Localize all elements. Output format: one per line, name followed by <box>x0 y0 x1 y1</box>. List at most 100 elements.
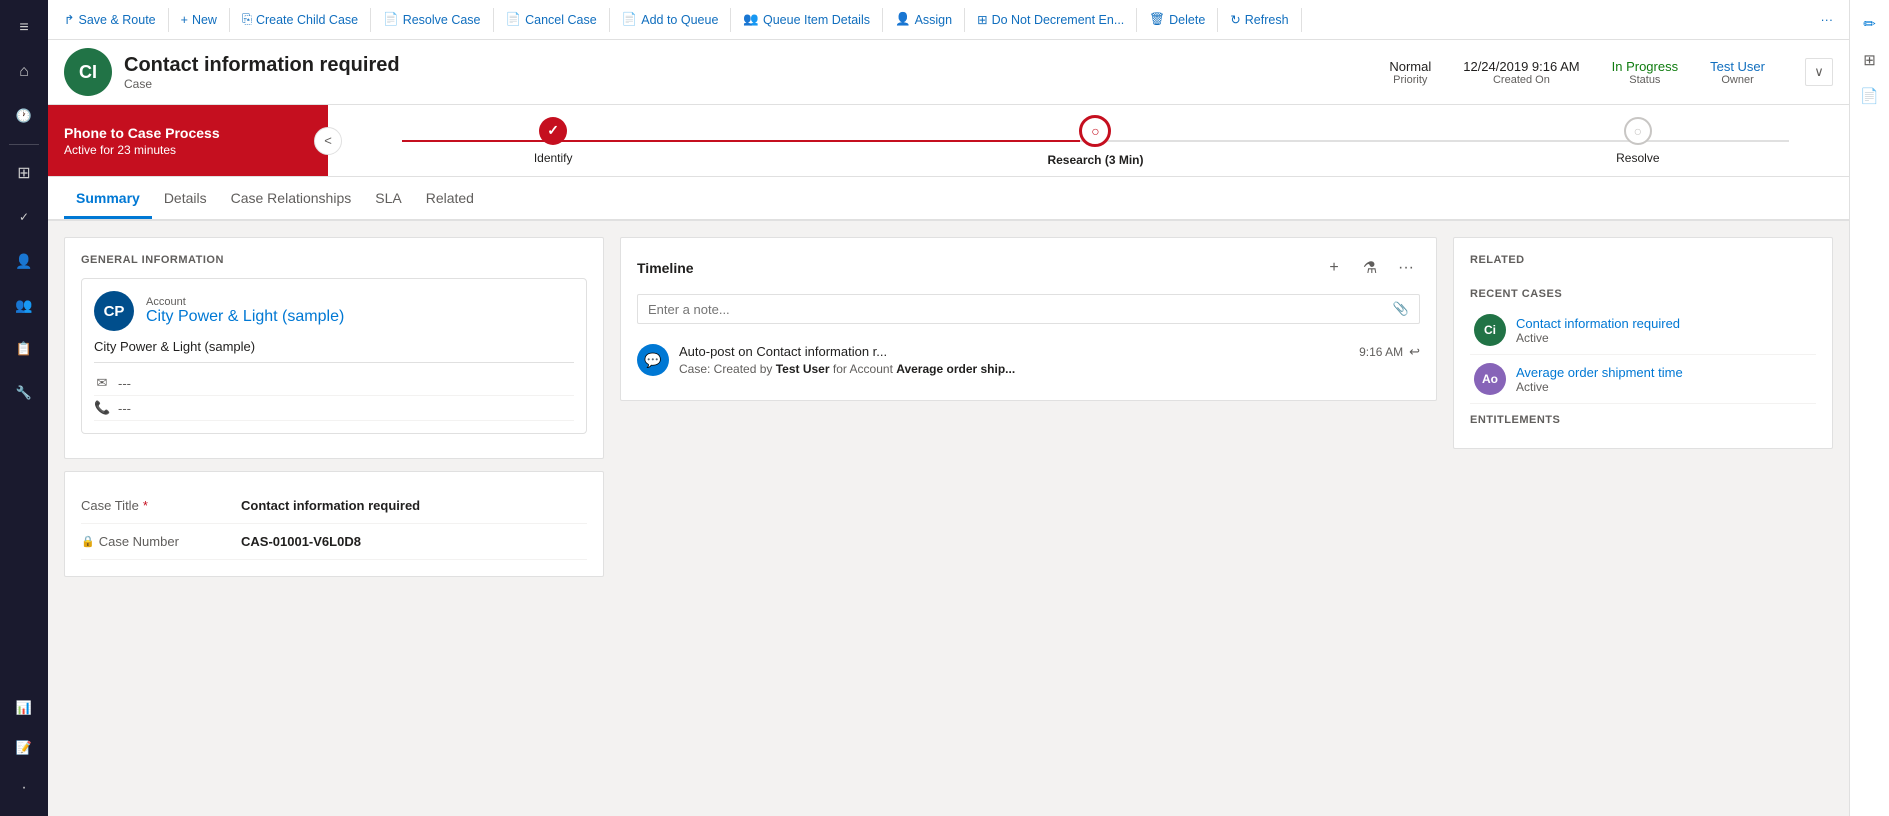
note-clip-icon: 📎 <box>1393 301 1409 317</box>
tab-related[interactable]: Related <box>414 180 486 219</box>
priority-value: Normal <box>1389 59 1431 74</box>
right-panel-doc-button[interactable]: 📄 <box>1854 80 1886 112</box>
record-type: Case <box>124 77 1389 91</box>
process-banner[interactable]: Phone to Case Process Active for 23 minu… <box>48 105 328 176</box>
nav-contacts-icon[interactable]: 👥 <box>4 285 44 325</box>
resolve-case-button[interactable]: 📄 Resolve Case <box>375 7 488 32</box>
right-panel-edit-button[interactable]: ✏ <box>1854 8 1886 40</box>
nav-accounts-icon[interactable]: 👤 <box>4 241 44 281</box>
nav-dashboards-icon[interactable]: ⊞ <box>4 153 44 193</box>
nav-bottom-dot[interactable]: · <box>4 768 44 808</box>
timeline-item: 💬 Auto-post on Contact information r... … <box>637 336 1420 384</box>
toolbar-sep-8 <box>964 8 965 32</box>
timeline-item-title[interactable]: Auto-post on Contact information r... <box>679 344 887 359</box>
cancel-case-button[interactable]: 📄 Cancel Case <box>498 7 605 32</box>
contact-email-row: ✉ --- <box>94 371 574 396</box>
decrement-icon: ⊞ <box>977 12 987 27</box>
create-child-button[interactable]: ⎘ Create Child Case <box>234 7 366 32</box>
tab-summary[interactable]: Summary <box>64 180 152 219</box>
new-button[interactable]: + New <box>173 8 225 32</box>
process-banner-title: Phone to Case Process <box>64 125 312 141</box>
note-input[interactable] <box>648 302 1393 317</box>
step-label-identify: Identify <box>534 151 573 165</box>
more-button[interactable]: ··· <box>1813 8 1842 32</box>
right-panel-grid-button[interactable]: ⊞ <box>1854 44 1886 76</box>
tab-case-relationships[interactable]: Case Relationships <box>219 180 364 219</box>
content-area: GENERAL INFORMATION CP Account City Powe… <box>48 221 1849 816</box>
related-case-ci[interactable]: Ci Contact information required Active <box>1470 306 1816 355</box>
assign-icon: 👤 <box>895 12 911 27</box>
general-info-title: GENERAL INFORMATION <box>81 254 587 266</box>
toolbar-sep-6 <box>730 8 731 32</box>
body-user: Test User <box>776 362 830 376</box>
main-area: ↱ Save & Route + New ⎘ Create Child Case… <box>48 0 1849 816</box>
tab-details[interactable]: Details <box>152 180 219 219</box>
delete-button[interactable]: 🗑 Delete <box>1141 7 1213 32</box>
case-title-value[interactable]: Contact information required <box>241 498 420 513</box>
case-title-required: * <box>143 498 148 513</box>
timeline-card: Timeline + ⚗ ··· 📎 💬 <box>620 237 1437 401</box>
process-collapse-button[interactable]: < <box>314 127 342 155</box>
resolve-icon: 📄 <box>383 12 399 27</box>
timeline-item-body: Case: Created by Test User for Account A… <box>679 362 1420 376</box>
save-route-button[interactable]: ↱ Save & Route <box>56 7 164 32</box>
timeline-filter-button[interactable]: ⚗ <box>1356 254 1384 282</box>
related-case-ao-status: Active <box>1516 380 1812 394</box>
refresh-icon: ↻ <box>1230 12 1240 27</box>
toolbar: ↱ Save & Route + New ⎘ Create Child Case… <box>48 0 1849 40</box>
do-not-decrement-button[interactable]: ⊞ Do Not Decrement En... <box>969 7 1132 32</box>
owner-label: Owner <box>1721 74 1753 86</box>
timeline-add-button[interactable]: + <box>1320 254 1348 282</box>
process-step-identify[interactable]: ✓ Identify <box>382 117 724 165</box>
related-case-ao-name: Average order shipment time <box>1516 365 1812 380</box>
nav-reports-icon[interactable]: 📊 <box>4 688 44 728</box>
nav-home-icon[interactable]: ⌂ <box>4 52 44 92</box>
right-icon-panel: ✏ ⊞ 📄 <box>1849 0 1889 816</box>
record-title-area: Contact information required Case <box>124 54 1389 91</box>
toolbar-sep-7 <box>882 8 883 32</box>
status-label: Status <box>1629 74 1660 86</box>
recent-cases-title: RECENT CASES <box>1470 278 1816 306</box>
note-input-area[interactable]: 📎 <box>637 294 1420 324</box>
record-avatar: CI <box>64 48 112 96</box>
add-to-queue-button[interactable]: 📄 Add to Queue <box>614 7 727 32</box>
account-info: Account City Power & Light (sample) <box>146 296 344 326</box>
case-title-row: Case Title * Contact information require… <box>81 488 587 524</box>
nav-cases-icon[interactable]: 📋 <box>4 329 44 369</box>
case-title-label-text: Case Title <box>81 498 139 513</box>
process-step-research[interactable]: ○ Research (3 Min) <box>924 115 1266 167</box>
related-card: RELATED RECENT CASES Ci Contact informat… <box>1453 237 1833 449</box>
body-account[interactable]: Average order ship... <box>896 362 1015 376</box>
toolbar-sep-2 <box>229 8 230 32</box>
record-title: Contact information required <box>124 54 1389 77</box>
step-label-resolve: Resolve <box>1616 151 1659 165</box>
related-case-ao[interactable]: Ao Average order shipment time Active <box>1470 355 1816 404</box>
toolbar-sep-1 <box>168 8 169 32</box>
account-header: CP Account City Power & Light (sample) <box>94 291 574 331</box>
meta-created-on: 12/24/2019 9:16 AM Created On <box>1463 59 1579 86</box>
process-step-resolve[interactable]: ○ Resolve <box>1467 117 1809 165</box>
contact-phone-row: 📞 --- <box>94 396 574 421</box>
queue-item-details-button[interactable]: 👥 Queue Item Details <box>735 7 878 32</box>
nav-menu-icon[interactable]: ≡ <box>4 8 44 48</box>
nav-recent-icon[interactable]: 🕐 <box>4 96 44 136</box>
related-case-ao-info: Average order shipment time Active <box>1516 365 1812 394</box>
header-expand-button[interactable]: ∨ <box>1805 58 1833 86</box>
step-label-research: Research (3 Min) <box>1047 153 1143 167</box>
toolbar-sep-4 <box>493 8 494 32</box>
add-queue-icon: 📄 <box>622 12 638 27</box>
related-case-ci-info: Contact information required Active <box>1516 316 1812 345</box>
tab-sla[interactable]: SLA <box>363 180 413 219</box>
account-name[interactable]: City Power & Light (sample) <box>146 308 344 326</box>
more-icon: ··· <box>1821 13 1834 27</box>
phone-icon: 📞 <box>94 400 110 416</box>
nav-notes-icon[interactable]: 📝 <box>4 728 44 768</box>
nav-tools-icon[interactable]: 🔧 <box>4 373 44 413</box>
related-case-ci-name: Contact information required <box>1516 316 1812 331</box>
timeline-item-reply-icon[interactable]: ↩ <box>1409 344 1420 360</box>
refresh-button[interactable]: ↻ Refresh <box>1222 7 1296 32</box>
timeline-more-button[interactable]: ··· <box>1392 254 1420 282</box>
nav-activities-icon[interactable]: ✓ <box>4 197 44 237</box>
assign-button[interactable]: 👤 Assign <box>887 7 960 32</box>
owner-value[interactable]: Test User <box>1710 59 1765 74</box>
